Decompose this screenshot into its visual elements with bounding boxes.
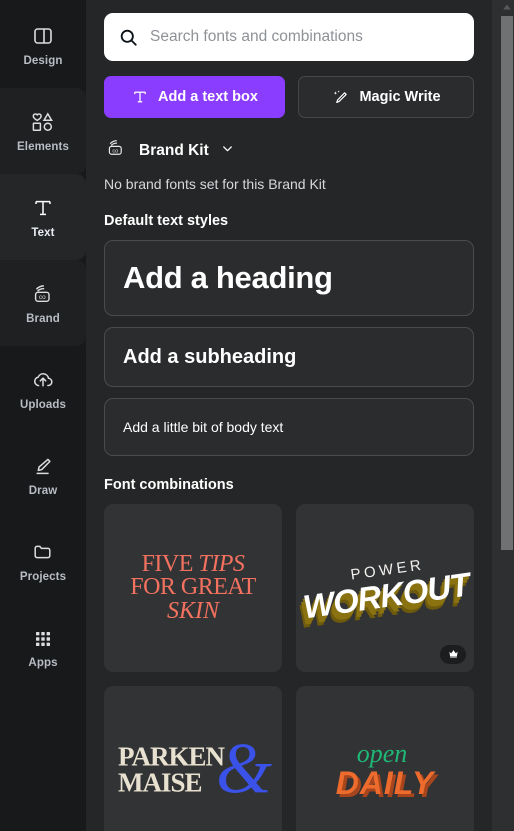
sidebar-item-label: Apps bbox=[28, 656, 58, 669]
brand-icon: co bbox=[30, 281, 56, 307]
open-daily-preview: open DAILY bbox=[296, 686, 474, 831]
text-panel: Add a text box Magic Write bbox=[86, 0, 492, 831]
parken-maise-preview: PARKEN MAISE & bbox=[104, 686, 282, 831]
sidebar-item-elements[interactable]: Elements bbox=[0, 88, 86, 174]
projects-icon bbox=[30, 539, 56, 565]
preview-line-1: PARKEN bbox=[118, 741, 225, 772]
sidebar-item-apps[interactable]: Apps bbox=[0, 604, 86, 690]
sidebar-item-uploads[interactable]: Uploads bbox=[0, 346, 86, 432]
text-t-icon bbox=[131, 88, 149, 106]
sidebar-item-label: Projects bbox=[19, 570, 67, 583]
add-subheading-label: Add a subheading bbox=[123, 345, 297, 368]
add-body-text-card[interactable]: Add a little bit of body text bbox=[104, 398, 474, 456]
panel-scrollbar[interactable] bbox=[500, 0, 514, 831]
apps-icon bbox=[30, 625, 56, 651]
sidebar-item-design[interactable]: Design bbox=[0, 2, 86, 88]
brand-kit-empty-note: No brand fonts set for this Brand Kit bbox=[104, 176, 326, 192]
uploads-icon bbox=[30, 367, 56, 393]
elements-icon bbox=[30, 109, 56, 135]
magic-write-button[interactable]: Magic Write bbox=[298, 76, 474, 118]
svg-text:co: co bbox=[39, 294, 46, 301]
preview-line-2: MAISE bbox=[118, 767, 203, 797]
text-icon bbox=[30, 195, 56, 221]
canva-editor-window: Design Elements Text co Brand Uploads Dr… bbox=[0, 0, 514, 831]
add-heading-label: Add a heading bbox=[123, 260, 333, 295]
search-box[interactable] bbox=[104, 13, 474, 61]
preview-text: PARKEN MAISE bbox=[118, 741, 225, 797]
brand-co-icon: co bbox=[104, 137, 128, 164]
add-text-box-label: Add a text box bbox=[158, 89, 258, 105]
sidebar-item-text[interactable]: Text bbox=[0, 174, 86, 260]
magic-write-label: Magic Write bbox=[359, 89, 441, 105]
font-combination-card[interactable]: PARKEN MAISE & bbox=[104, 686, 282, 831]
pro-badge bbox=[440, 645, 466, 664]
sidebar-item-label: Text bbox=[31, 226, 55, 239]
brand-kit-selector[interactable]: co Brand Kit bbox=[104, 137, 474, 164]
sidebar-item-label: Brand bbox=[26, 312, 60, 325]
add-heading-card[interactable]: Add a heading bbox=[104, 240, 474, 316]
font-combination-card[interactable]: open DAILY bbox=[296, 686, 474, 831]
preview-line-3: SKIN bbox=[166, 597, 219, 624]
action-buttons: Add a text box Magic Write bbox=[104, 76, 474, 118]
sidebar-item-label: Draw bbox=[28, 484, 58, 497]
magic-pencil-icon bbox=[331, 88, 350, 107]
font-combination-card[interactable]: FIVE TIPS FOR GREAT SKIN bbox=[104, 504, 282, 672]
scrollbar-thumb[interactable] bbox=[501, 16, 513, 550]
ampersand-accent: & bbox=[215, 728, 272, 809]
sidebar-item-label: Uploads bbox=[19, 398, 67, 411]
crown-icon bbox=[447, 646, 460, 664]
font-combinations-title: Font combinations bbox=[104, 477, 234, 493]
search-section bbox=[104, 0, 474, 61]
preview-line-2: DAILY bbox=[335, 764, 435, 801]
font-combination-card[interactable]: POWER WORKOUT bbox=[296, 504, 474, 672]
chevron-down-icon bbox=[220, 141, 235, 161]
search-input[interactable] bbox=[150, 13, 462, 61]
add-body-text-label: Add a little bit of body text bbox=[123, 419, 284, 435]
sidebar-item-draw[interactable]: Draw bbox=[0, 432, 86, 518]
search-icon bbox=[118, 27, 139, 48]
arrow-up-icon bbox=[502, 0, 512, 16]
add-subheading-card[interactable]: Add a subheading bbox=[104, 327, 474, 387]
preview-line-2: FOR GREAT bbox=[130, 574, 256, 601]
default-text-styles-title: Default text styles bbox=[104, 213, 229, 229]
font-combinations-grid: FIVE TIPS FOR GREAT SKIN POWER WORKOUT P… bbox=[104, 504, 474, 831]
sidebar-item-brand[interactable]: co Brand bbox=[0, 260, 86, 346]
sidebar-item-projects[interactable]: Projects bbox=[0, 518, 86, 604]
add-text-box-button[interactable]: Add a text box bbox=[104, 76, 285, 118]
left-sidebar-rail: Design Elements Text co Brand Uploads Dr… bbox=[0, 0, 86, 831]
brand-kit-title: Brand Kit bbox=[139, 141, 209, 159]
svg-text:co: co bbox=[112, 148, 118, 154]
draw-icon bbox=[30, 453, 56, 479]
scrollbar-up-button[interactable] bbox=[500, 0, 514, 14]
preview-line-1: FIVE TIPS bbox=[141, 551, 245, 578]
design-icon bbox=[30, 23, 56, 49]
sidebar-item-label: Design bbox=[23, 54, 63, 67]
sidebar-item-label: Elements bbox=[17, 140, 69, 153]
five-tips-preview: FIVE TIPS FOR GREAT SKIN bbox=[104, 504, 282, 672]
